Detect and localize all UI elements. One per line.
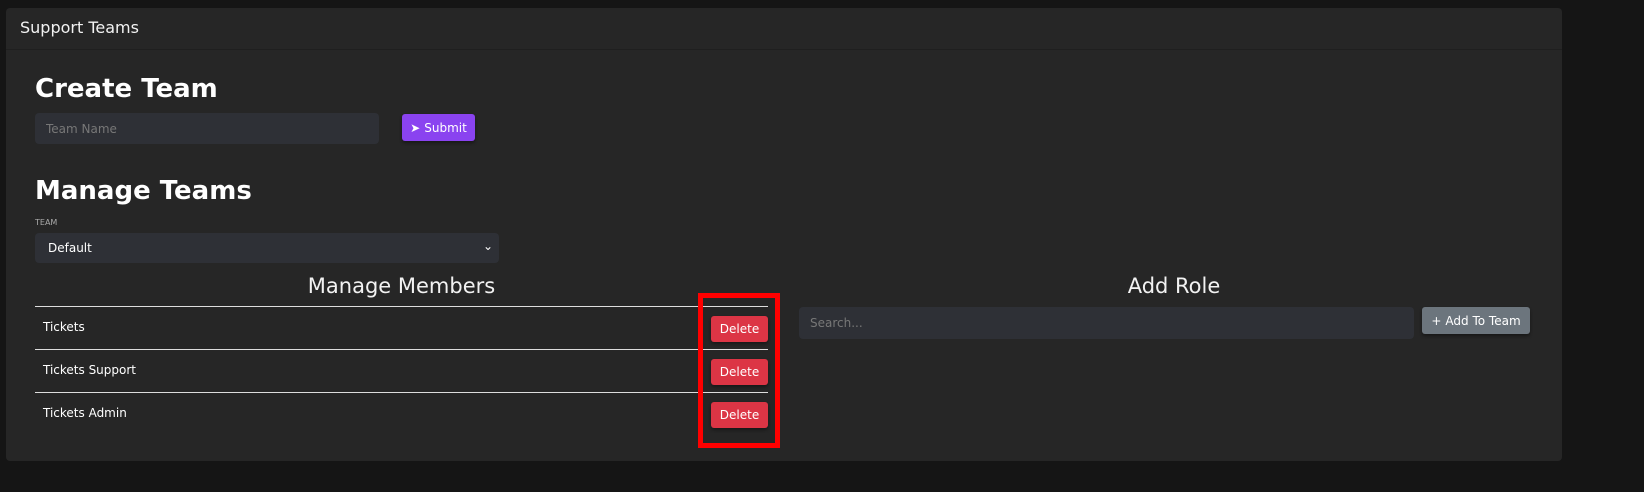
team-label: TEAM	[35, 218, 58, 227]
add-role-heading: Add Role	[1127, 274, 1221, 298]
chevron-down-icon: ⌄	[482, 239, 493, 253]
submit-label: Submit	[424, 120, 467, 135]
team-selected: Default	[48, 241, 92, 255]
add-to-team-button[interactable]: + Add To Team	[1422, 307, 1530, 334]
member-row: Tickets	[35, 306, 768, 349]
member-name: Tickets	[43, 320, 85, 334]
submit-button[interactable]: ➤ Submit	[402, 114, 475, 141]
plus-icon: +	[1431, 313, 1442, 328]
manage-members-heading: Manage Members	[307, 274, 496, 298]
team-select[interactable]: Default ⌄	[35, 233, 499, 263]
role-search-input[interactable]	[799, 307, 1414, 339]
support-teams-card: Support Teams Create Team ➤Submit Manage…	[6, 8, 1562, 461]
member-name: Tickets Support	[43, 363, 137, 377]
create-team-heading: Create Team	[35, 74, 218, 104]
team-name-input[interactable]	[35, 113, 379, 144]
member-row: Tickets Support	[35, 349, 768, 392]
manage-teams-heading: Manage Teams	[35, 176, 252, 206]
paper-plane-icon: ➤	[410, 120, 421, 135]
highlight-box	[698, 293, 780, 448]
member-row: Tickets Admin	[35, 392, 768, 435]
card-header: Support Teams	[6, 8, 1562, 50]
add-to-team-label: Add To Team	[1445, 313, 1521, 328]
member-name: Tickets Admin	[43, 406, 127, 420]
